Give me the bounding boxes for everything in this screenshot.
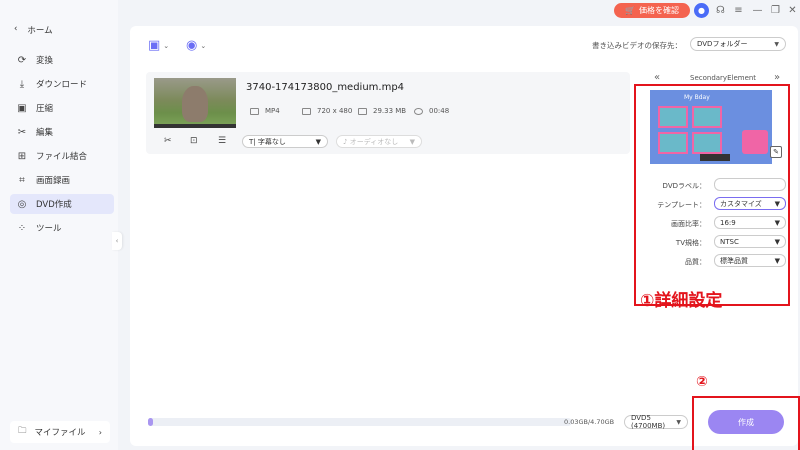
- resolution-value: 720 x 480: [317, 107, 353, 115]
- sidebar-item-merge[interactable]: ⊞ ファイル結合: [10, 146, 114, 166]
- disc-usage-text: 0.03GB/4.70GB: [564, 418, 615, 426]
- save-location-value: DVDフォルダー: [697, 40, 748, 48]
- sidebar: ‹ ホーム ⟳ 変換 ⤓ ダウンロード ▣ 圧縮 ✂ 編集 ⊞ ファイル結合 ⌗ 画面録画 ◎ DVD作成…: [0, 0, 118, 450]
- menu-icon[interactable]: ≡: [731, 3, 746, 18]
- step2-annotation: ②: [696, 374, 708, 390]
- my-files-label: マイファイル: [34, 428, 86, 438]
- audio-select[interactable]: ♪ オーディオなし ▼: [336, 135, 422, 148]
- file-name: 3740-174173800_medium.mp4: [246, 82, 405, 93]
- convert-icon: ⟳: [17, 54, 27, 66]
- back-arrow-icon: ‹: [14, 24, 18, 34]
- check-price-label: 価格を確認: [638, 6, 679, 15]
- chevron-down-icon: ⌄: [200, 41, 207, 50]
- sidebar-item-label: DVD作成: [36, 200, 72, 210]
- next-template-icon[interactable]: »: [774, 72, 780, 83]
- scissors-icon: ✂: [17, 126, 27, 138]
- screen-record-icon: ⌗: [19, 174, 25, 186]
- sidebar-item-download[interactable]: ⤓ ダウンロード: [10, 74, 114, 94]
- format-info: MP4: [250, 107, 280, 115]
- chevron-down-icon: ▼: [409, 137, 415, 146]
- support-headset-icon[interactable]: ☊: [713, 3, 728, 18]
- chevron-down-icon: ▼: [315, 137, 321, 146]
- file-card: 3740-174173800_medium.mp4 MP4 720 x 480 …: [146, 72, 630, 154]
- add-file-icon: ▣: [148, 38, 161, 53]
- save-location-label: 書き込みビデオの保存先：: [592, 41, 682, 50]
- minimize-icon[interactable]: —: [750, 3, 765, 18]
- sidebar-item-label: 編集: [36, 128, 54, 138]
- folder-icon: [358, 107, 367, 115]
- sidebar-item-dvd[interactable]: ◎ DVD作成: [10, 194, 114, 214]
- dvd-icon: ◎: [17, 198, 27, 210]
- chevron-down-icon: ▼: [676, 418, 681, 426]
- my-files-button[interactable]: 🗀 マイファイル ›: [10, 421, 110, 443]
- audio-icon: ♪: [343, 137, 348, 146]
- sidebar-item-label: 画面録画: [36, 176, 71, 186]
- sidebar-item-tools[interactable]: ⁘ ツール: [10, 218, 114, 238]
- chevron-right-icon: ›: [98, 427, 102, 437]
- save-location-select[interactable]: DVDフォルダー ▼: [690, 37, 786, 51]
- tools-icon: ⁘: [17, 222, 27, 234]
- sidebar-item-label: ツール: [36, 224, 62, 234]
- main-panel: ▣ ⌄ ◉ ⌄ 書き込みビデオの保存先： DVDフォルダー ▼ 3740-17417…: [130, 26, 800, 450]
- create-button[interactable]: 作成: [708, 410, 784, 434]
- sidebar-item-label: 変換: [36, 56, 54, 66]
- add-disc-icon: ◉: [186, 38, 198, 53]
- detail-settings-highlight: [634, 84, 790, 306]
- sidebar-item-scissors[interactable]: ✂ 編集: [10, 122, 114, 142]
- trim-scissors-icon[interactable]: ✂: [164, 136, 172, 146]
- subtitle-value: 字幕なし: [257, 137, 286, 146]
- titlebar: 🛒 価格を確認 ● ☊ ≡ — ❐ ✕: [0, 0, 800, 22]
- crop-icon[interactable]: ⊡: [190, 136, 198, 146]
- cart-icon: 🛒: [625, 6, 635, 15]
- resolution-icon: [302, 107, 311, 115]
- clock-icon: [414, 107, 423, 115]
- sidebar-item-convert[interactable]: ⟳ 変換: [10, 50, 114, 70]
- sidebar-item-label: ファイル結合: [36, 152, 88, 162]
- sidebar-item-screen-record[interactable]: ⌗ 画面録画: [10, 170, 114, 190]
- previous-template-icon[interactable]: «: [654, 72, 660, 83]
- home-link[interactable]: ‹ ホーム: [14, 24, 53, 36]
- sidebar-item-label: ダウンロード: [36, 80, 88, 90]
- effects-menu-icon[interactable]: ☰: [218, 136, 226, 146]
- disc-capacity-fill: [148, 418, 154, 426]
- add-file-button[interactable]: ▣ ⌄: [148, 38, 169, 53]
- maximize-icon[interactable]: ❐: [768, 3, 783, 18]
- home-label: ホーム: [27, 26, 53, 36]
- resolution-info: 720 x 480: [302, 107, 352, 115]
- add-disc-button[interactable]: ◉ ⌄: [186, 38, 206, 53]
- account-avatar-icon[interactable]: ●: [694, 3, 709, 18]
- video-format-icon: [250, 107, 259, 115]
- sidebar-collapse-button[interactable]: ‹: [112, 232, 122, 250]
- disc-capacity-bar: [148, 418, 572, 426]
- video-thumbnail[interactable]: [154, 78, 236, 128]
- format-value: MP4: [265, 107, 280, 115]
- size-value: 29.33 MB: [373, 107, 407, 115]
- subtitle-select[interactable]: T| 字幕なし ▼: [242, 135, 328, 148]
- compress-icon: ▣: [17, 102, 27, 114]
- folder-icon: 🗀: [18, 426, 27, 436]
- disc-type-value: DVD5 (4700MB): [631, 414, 666, 430]
- download-icon: ⤓: [19, 78, 25, 90]
- size-info: 29.33 MB: [358, 107, 406, 115]
- duration-info: 00:48: [414, 107, 449, 115]
- audio-value: オーディオなし: [349, 137, 399, 146]
- check-price-button[interactable]: 🛒 価格を確認: [614, 3, 690, 18]
- merge-icon: ⊞: [17, 150, 27, 162]
- sidebar-item-compress[interactable]: ▣ 圧縮: [10, 98, 114, 118]
- chevron-down-icon: ⌄: [163, 41, 170, 50]
- chevron-down-icon: ▼: [774, 40, 779, 48]
- sidebar-item-label: 圧縮: [36, 104, 54, 114]
- subtitle-icon: T|: [249, 137, 256, 146]
- duration-value: 00:48: [429, 107, 450, 115]
- close-icon[interactable]: ✕: [785, 3, 800, 18]
- detail-settings-annotation: ①詳細設定: [640, 291, 723, 311]
- template-preview-title: SecondaryElement: [690, 74, 757, 82]
- disc-type-select[interactable]: DVD5 (4700MB) ▼: [624, 414, 688, 430]
